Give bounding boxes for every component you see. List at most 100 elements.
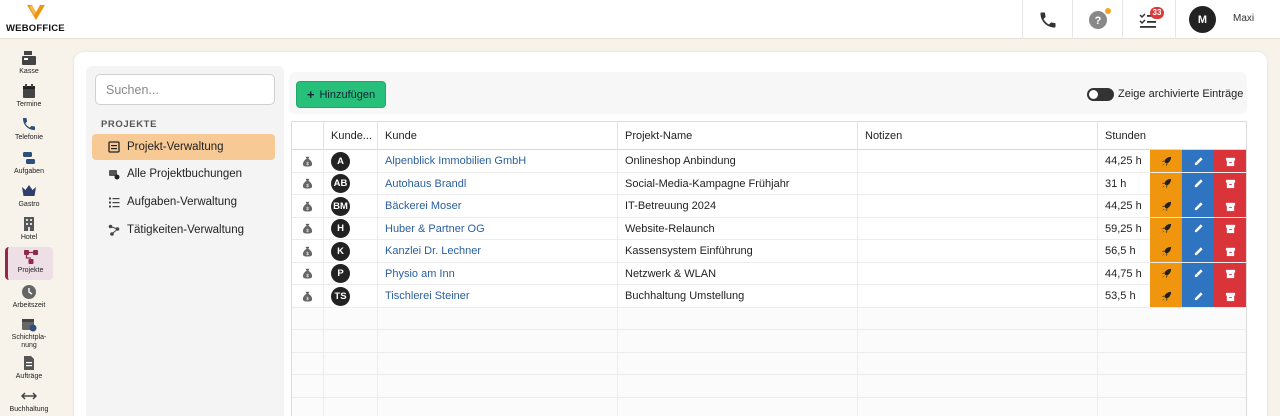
table-row[interactable]: $ AB Autohaus Brandl Social-Media-Kampagne … xyxy=(292,172,1246,195)
pencil-icon xyxy=(1194,291,1203,300)
menu-item-aufgaben-verwaltung[interactable]: Aufgaben-Verwaltung xyxy=(92,189,275,215)
row-icon-cell: $ xyxy=(292,150,324,172)
empty-cell xyxy=(1098,375,1246,397)
empty-cell xyxy=(1098,353,1246,375)
menu-item-projekt-verwaltung[interactable]: Projekt-Verwaltung xyxy=(92,134,275,160)
table-row[interactable]: $ A Alpenblick Immobilien GmbH Onlineshop A… xyxy=(292,150,1246,173)
edit-button[interactable] xyxy=(1182,195,1214,217)
sidebar-item-buchhaltung[interactable]: Buchhaltung xyxy=(5,386,53,416)
column-header-stunden[interactable]: Stunden xyxy=(1098,122,1246,150)
table-row[interactable]: $ P Physio am Inn Netzwerk & WLAN 44,75 h xyxy=(292,262,1246,285)
start-button[interactable] xyxy=(1150,195,1182,217)
customer-avatar-cell: AB xyxy=(324,172,378,195)
customer-link[interactable]: Bäckerei Moser xyxy=(378,195,618,217)
column-header-notizen[interactable]: Notizen xyxy=(858,122,1098,150)
cash-register-icon xyxy=(22,51,36,65)
empty-cell xyxy=(324,352,378,375)
start-button[interactable] xyxy=(1150,172,1182,195)
tasks-button[interactable] xyxy=(1122,0,1172,39)
tasks-icon xyxy=(23,152,35,164)
archive-button[interactable] xyxy=(1214,150,1246,172)
sidebar-item-hotel[interactable]: Hotel xyxy=(5,214,53,247)
start-button[interactable] xyxy=(1150,217,1182,240)
start-button[interactable] xyxy=(1150,240,1182,262)
list-box-icon xyxy=(108,141,120,153)
pencil-icon xyxy=(1194,246,1203,255)
empty-cell xyxy=(618,330,858,352)
sidebar-item-kasse[interactable]: Kasse xyxy=(5,48,53,81)
phone-icon xyxy=(23,118,35,130)
bookings-icon xyxy=(109,170,120,180)
edit-button[interactable] xyxy=(1182,240,1214,262)
search-input[interactable] xyxy=(95,74,275,105)
sidebar-item-telefonie[interactable]: Telefonie xyxy=(5,114,53,147)
empty-cell xyxy=(324,397,378,416)
sidebar-item-arbeitszeit[interactable]: Arbeitszeit xyxy=(5,282,53,315)
money-bag-icon: $ xyxy=(302,156,313,167)
column-header-kunde-short[interactable]: Kunde... xyxy=(324,122,378,150)
crown-icon xyxy=(22,185,36,196)
phone-button[interactable] xyxy=(1022,0,1072,39)
archive-button[interactable] xyxy=(1214,285,1246,307)
menu-item-taetigkeiten-verwaltung[interactable]: Tätigkeiten-Verwaltung xyxy=(92,217,275,243)
sidebar-item-aufgaben[interactable]: Aufgaben xyxy=(5,148,53,181)
rocket-icon xyxy=(1161,291,1171,301)
sidebar-item-gastro[interactable]: Gastro xyxy=(5,181,53,214)
edit-button[interactable] xyxy=(1182,172,1214,195)
edit-button[interactable] xyxy=(1182,262,1214,285)
empty-cell xyxy=(1098,398,1246,416)
start-button[interactable] xyxy=(1150,285,1182,307)
archive-button[interactable] xyxy=(1214,195,1246,217)
svg-text:?: ? xyxy=(1094,15,1101,27)
table-row[interactable]: $ BM Bäckerei Moser IT-Betreuung 2024 44,25 … xyxy=(292,195,1246,218)
column-header-icon[interactable] xyxy=(292,122,324,150)
empty-cell xyxy=(618,397,858,416)
customer-avatar: AB xyxy=(331,174,350,193)
document-icon xyxy=(24,356,34,370)
customer-link[interactable]: Kanzlei Dr. Lechner xyxy=(378,240,618,262)
start-button[interactable] xyxy=(1150,262,1182,285)
weboffice-logo[interactable]: WEBOFFICE xyxy=(6,3,66,35)
customer-link[interactable]: Autohaus Brandl xyxy=(378,172,618,195)
user-menu[interactable]: M Maxi xyxy=(1175,0,1280,39)
empty-table-row xyxy=(292,330,1246,353)
customer-link[interactable]: Alpenblick Immobilien GmbH xyxy=(378,150,618,172)
network-icon xyxy=(108,224,120,236)
column-header-projekt-name[interactable]: Projekt-Name xyxy=(618,122,858,150)
edit-button[interactable] xyxy=(1182,217,1214,240)
sidebar-item-projekte[interactable]: Projekte xyxy=(5,247,53,280)
empty-cell xyxy=(292,375,324,397)
money-bag-icon: $ xyxy=(302,268,313,279)
archive-button[interactable] xyxy=(1214,240,1246,262)
column-header-kunde[interactable]: Kunde xyxy=(378,122,618,150)
rocket-icon xyxy=(1161,178,1171,189)
customer-avatar: K xyxy=(331,241,350,261)
sidebar-item-termine[interactable]: Termine xyxy=(5,81,53,114)
help-button[interactable]: ? xyxy=(1072,0,1122,39)
customer-link[interactable]: Physio am Inn xyxy=(378,262,618,285)
table-row[interactable]: $ K Kanzlei Dr. Lechner Kassensystem Einfüh… xyxy=(292,240,1246,263)
customer-link[interactable]: Huber & Partner OG xyxy=(378,217,618,240)
edit-button[interactable] xyxy=(1182,285,1214,307)
user-name: Maxi xyxy=(1233,13,1255,24)
sidebar-item-schichtplanung[interactable]: Schichtpla-nung xyxy=(5,314,53,354)
customer-link[interactable]: Tischlerei Steiner xyxy=(378,285,618,307)
sidebar-item-auftraege[interactable]: Aufträge xyxy=(5,353,53,386)
customer-avatar-cell: K xyxy=(324,240,378,262)
notes-cell xyxy=(858,262,1098,285)
menu-item-alle-projektbuchungen[interactable]: Alle Projektbuchungen xyxy=(92,161,275,187)
pencil-icon xyxy=(1194,224,1203,233)
customer-avatar: P xyxy=(331,264,350,283)
empty-cell xyxy=(378,307,618,330)
add-button[interactable]: + Hinzufügen xyxy=(296,81,386,108)
archive-button[interactable] xyxy=(1214,262,1246,285)
archive-button[interactable] xyxy=(1214,217,1246,240)
start-button[interactable] xyxy=(1150,150,1182,172)
table-row[interactable]: $ H Huber & Partner OG Website-Relaunch 59,2… xyxy=(292,217,1246,240)
table-row[interactable]: $ TS Tischlerei Steiner Buchhaltung Umstell… xyxy=(292,285,1246,308)
archive-button[interactable] xyxy=(1214,172,1246,195)
empty-cell xyxy=(1098,308,1246,330)
notes-cell xyxy=(858,217,1098,240)
edit-button[interactable] xyxy=(1182,150,1214,172)
archive-toggle[interactable] xyxy=(1087,88,1114,101)
